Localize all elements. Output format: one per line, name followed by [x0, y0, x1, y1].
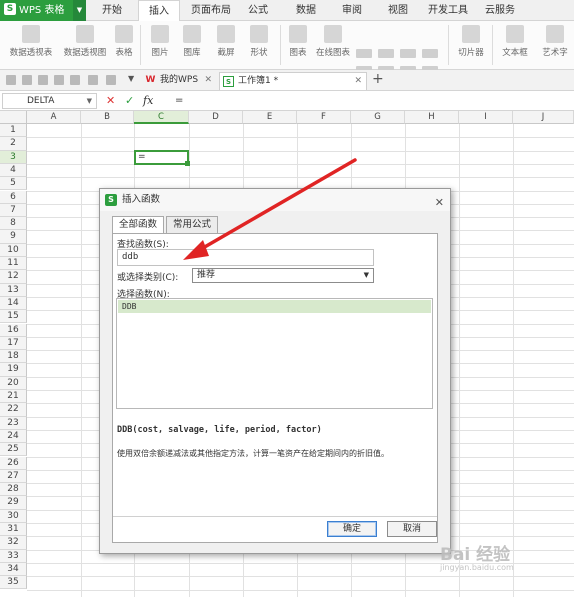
annotation-arrow [183, 158, 357, 260]
baidu-watermark: Bai 经验 jingyan.baidu.com [440, 545, 514, 572]
arrow-shaft [194, 158, 357, 254]
arrow-head [183, 240, 209, 260]
